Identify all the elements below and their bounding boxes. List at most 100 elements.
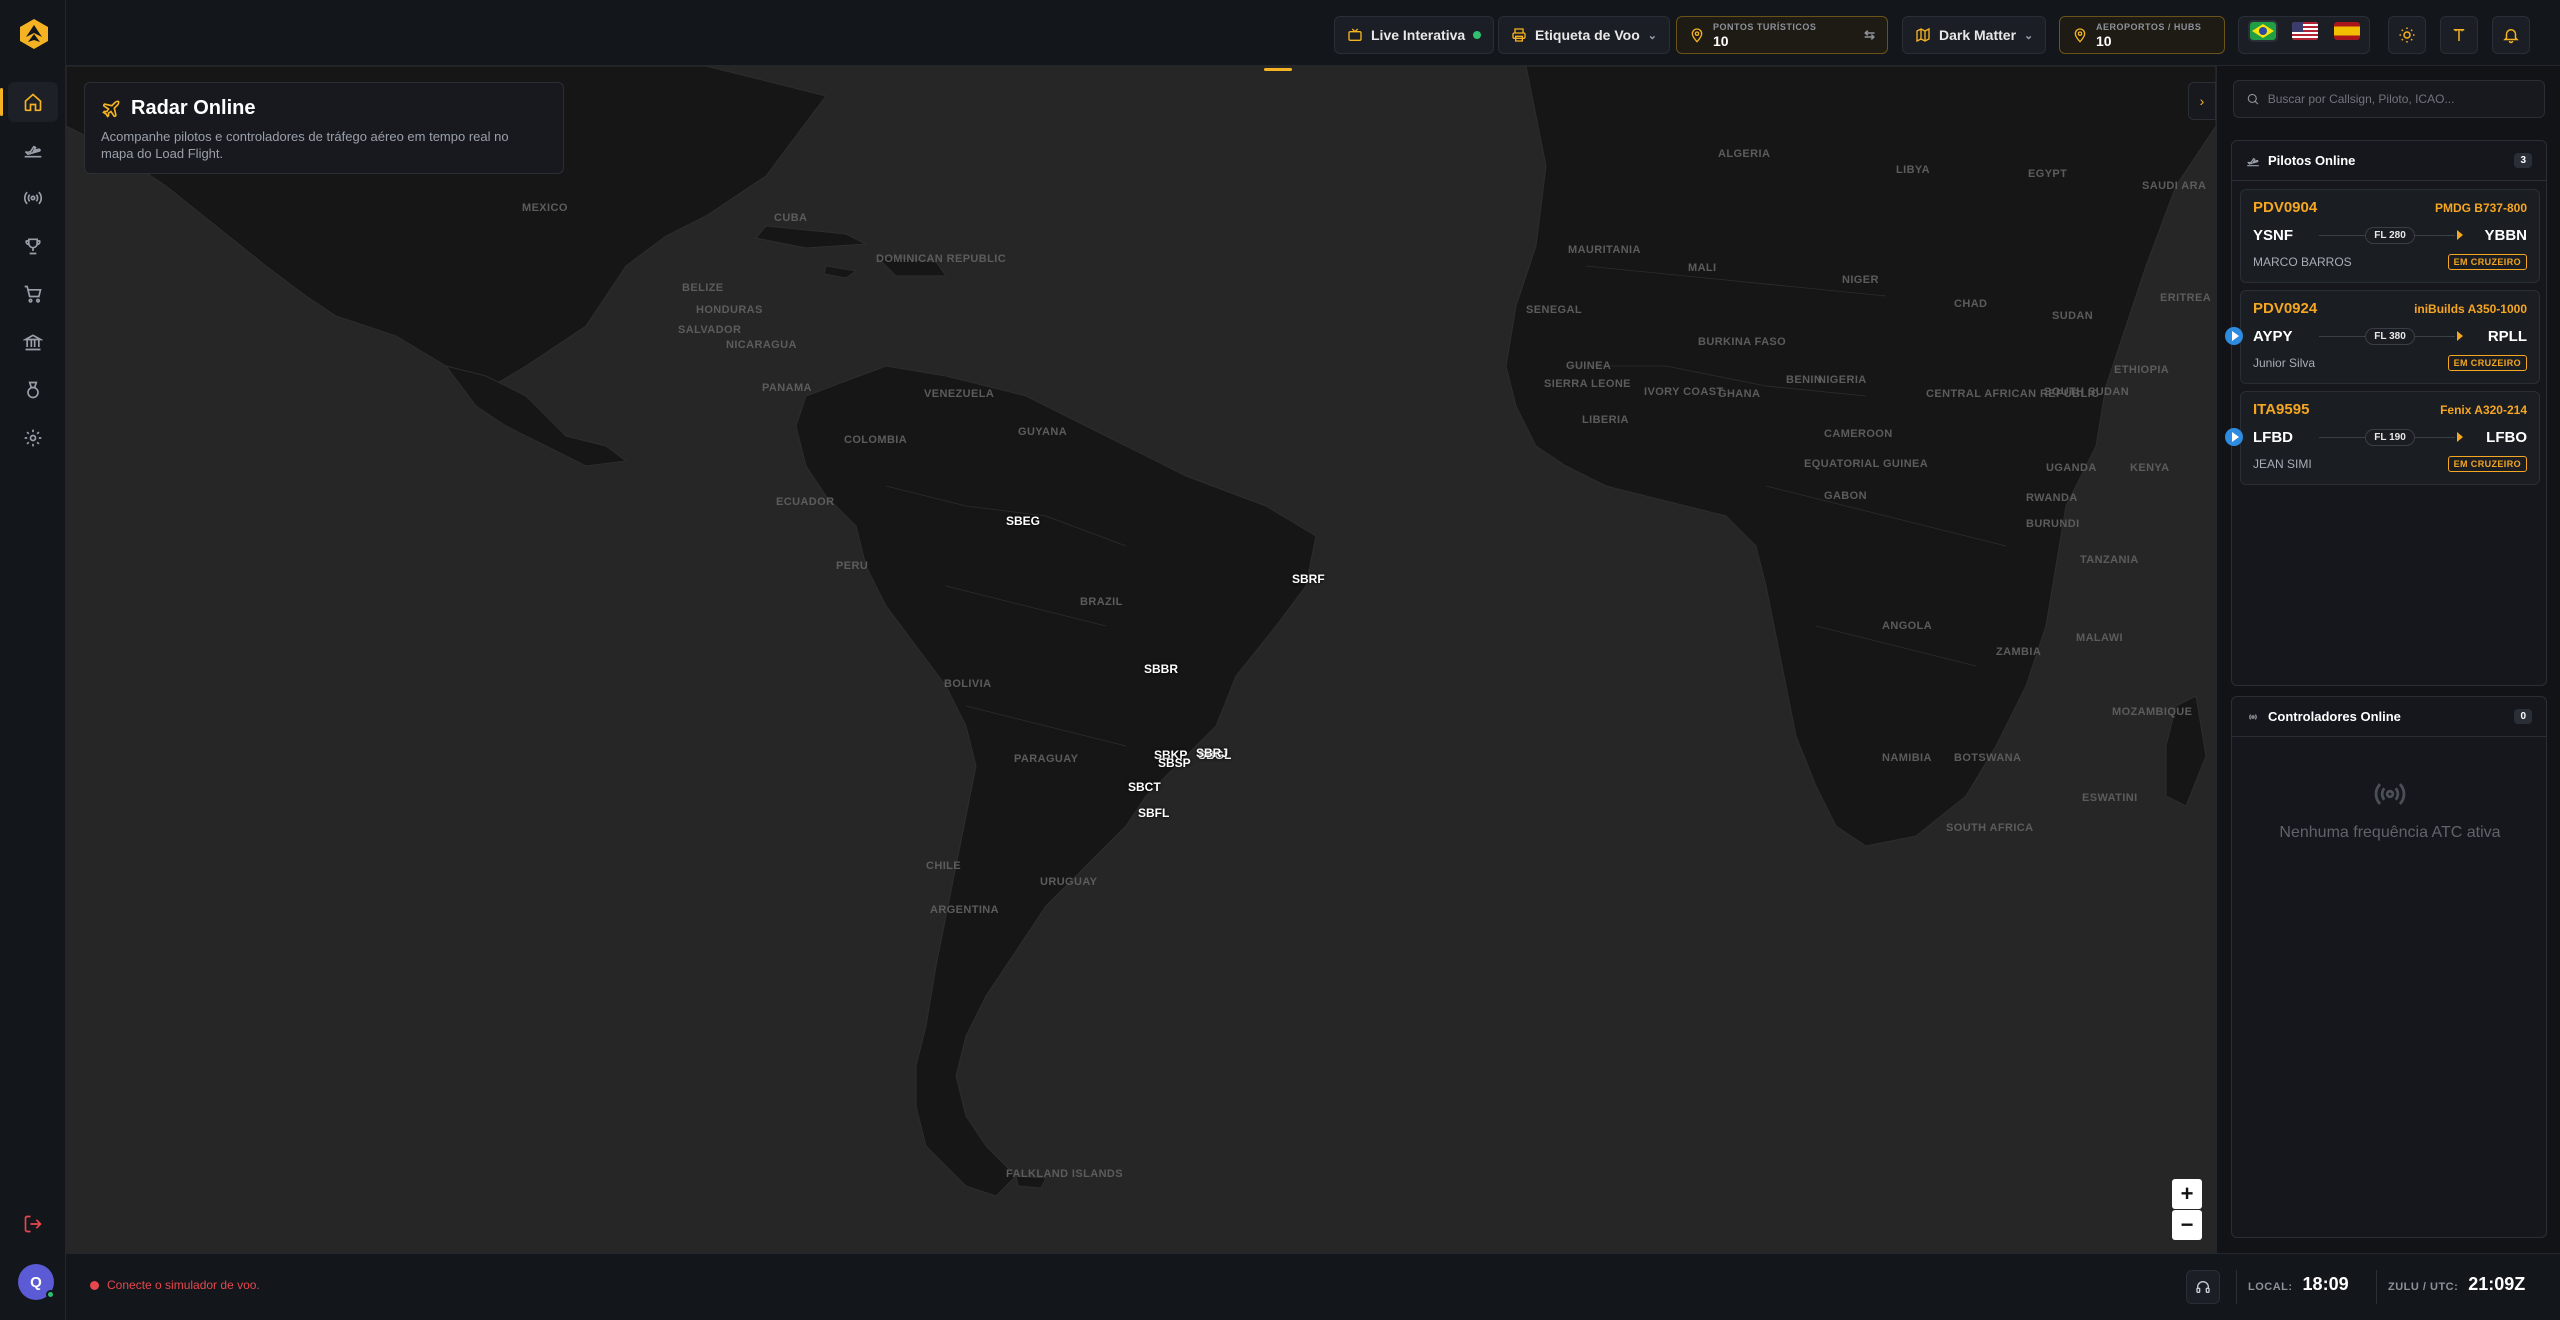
atc-empty-text: Nenhuma frequência ATC ativa xyxy=(2279,824,2501,841)
play-icon[interactable] xyxy=(2225,327,2243,345)
atc-empty-state: Nenhuma frequência ATC ativa xyxy=(2232,777,2548,842)
nav-settings[interactable] xyxy=(8,418,58,458)
airports-hubs-toggle[interactable]: AEROPORTOS / HUBS 10 xyxy=(2059,16,2225,54)
flag-spain-icon[interactable] xyxy=(2334,22,2360,40)
tourist-points-label: PONTOS TURÍSTICOS xyxy=(1713,21,1817,32)
map-label: CHILE xyxy=(926,860,961,872)
map-label: ECUADOR xyxy=(776,496,835,508)
headset-icon xyxy=(2196,1281,2210,1293)
right-panel: Pilotos Online 3 PDV0904 PMDG B737-800 Y… xyxy=(2216,66,2560,1253)
pilots-online-title: Pilotos Online xyxy=(2268,153,2356,168)
map-label: BELIZE xyxy=(682,282,724,294)
airport-marker[interactable]: SBRJ xyxy=(1196,746,1228,760)
map-label: LIBERIA xyxy=(1582,414,1629,426)
map-label: MEXICO xyxy=(522,202,568,214)
pilot-card[interactable]: PDV0904 PMDG B737-800 YSNF FL 280 YBBN M… xyxy=(2240,189,2540,283)
status-badge: EM CRUZEIRO xyxy=(2447,355,2527,371)
map-label: PERU xyxy=(836,560,869,572)
simulator-status-text: Conecte o simulador de voo. xyxy=(107,1278,260,1292)
world-map-landmass xyxy=(66,66,2216,1197)
online-indicator xyxy=(46,1290,55,1299)
radio-icon xyxy=(23,191,43,205)
route-line: FL 380 xyxy=(2315,327,2465,345)
tourist-points-toggle[interactable]: PONTOS TURÍSTICOS 10 ⇆ xyxy=(1676,16,1888,54)
flag-usa-icon[interactable] xyxy=(2292,22,2318,40)
map-label: ANGOLA xyxy=(1882,620,1933,632)
nav-radar[interactable] xyxy=(8,178,58,218)
map-label: CENTRAL AFRICAN REPUBLIC xyxy=(1926,388,2100,400)
nav-flights[interactable] xyxy=(8,130,58,170)
plane-icon xyxy=(2247,157,2259,166)
map-label: GABON xyxy=(1824,490,1867,502)
nav-shop[interactable] xyxy=(8,274,58,314)
airport-marker[interactable]: SBEG xyxy=(1006,514,1040,528)
zoom-out-button[interactable]: − xyxy=(2172,1210,2202,1240)
nav-badges[interactable] xyxy=(8,370,58,410)
pilot-name: Junior Silva xyxy=(2253,356,2316,370)
map-label: SIERRA LEONE xyxy=(1544,378,1631,390)
airport-marker[interactable]: SBCT xyxy=(1128,780,1161,794)
route-line: FL 280 xyxy=(2315,226,2465,244)
pilot-callsign: ITA9595 xyxy=(2253,401,2310,418)
nav-home[interactable] xyxy=(0,82,58,122)
divider xyxy=(2376,1270,2377,1304)
route-arrow-icon xyxy=(2457,331,2463,341)
nav-ranking[interactable] xyxy=(8,226,58,266)
map-label: MALAWI xyxy=(2076,632,2124,644)
pilot-card[interactable]: ITA9595 Fenix A320-214 LFBD FL 190 LFBO … xyxy=(2225,391,2540,485)
route-origin: LFBD xyxy=(2253,428,2293,446)
nav-bank[interactable] xyxy=(8,322,58,362)
map-label: ERITREA xyxy=(2160,292,2212,304)
map-theme-label: Dark Matter xyxy=(1939,27,2017,43)
chevron-down-icon: ⌄ xyxy=(1647,29,1657,42)
controllers-online-title: Controladores Online xyxy=(2268,709,2401,724)
route-arrow-icon xyxy=(2457,230,2463,240)
local-time-label: LOCAL: xyxy=(2248,1281,2293,1293)
airport-marker[interactable]: SBBR xyxy=(1144,662,1178,676)
collapse-panel-button[interactable]: › xyxy=(2188,82,2216,120)
status-badge: EM CRUZEIRO xyxy=(2447,456,2527,472)
live-button[interactable]: Live Interativa xyxy=(1334,16,1495,54)
pilot-callsign: PDV0924 xyxy=(2253,300,2318,317)
map-label: HONDURAS xyxy=(696,304,763,316)
map-label: KENYA xyxy=(2130,462,2170,474)
tourist-points: PONTOS TURÍSTICOS 10 xyxy=(1713,21,1817,48)
map-label: URUGUAY xyxy=(1040,876,1098,888)
flag-brazil-icon[interactable] xyxy=(2248,20,2278,42)
map-label: MAURITANIA xyxy=(1568,244,1641,256)
takeoff-icon xyxy=(24,145,42,158)
map-theme-dropdown[interactable]: Dark Matter ⌄ xyxy=(1902,16,2047,54)
airport-marker[interactable]: SBRF xyxy=(1292,572,1325,586)
map-label: BOTSWANA xyxy=(1954,752,2022,764)
live-status-dot xyxy=(1473,31,1482,39)
airport-marker[interactable]: SBFL xyxy=(1138,806,1169,820)
font-size-button[interactable] xyxy=(2440,16,2478,54)
play-icon[interactable] xyxy=(2225,428,2243,446)
radar-map[interactable]: MEXICO CUBA DOMINICAN REPUBLIC BELIZE HO… xyxy=(66,66,2216,1253)
theme-toggle-button[interactable] xyxy=(2388,16,2426,54)
notifications-button[interactable] xyxy=(2492,16,2530,54)
search-icon xyxy=(2247,93,2259,105)
flight-label-dropdown[interactable]: Etiqueta de Voo ⌄ xyxy=(1498,16,1670,54)
airport-marker[interactable]: SBSP xyxy=(1158,756,1191,770)
map-pin-icon xyxy=(1689,27,1705,43)
app-logo[interactable] xyxy=(18,18,50,50)
bottom-bar: Conecte o simulador de voo. LOCAL: 18:09… xyxy=(66,1253,2560,1320)
avatar[interactable]: Q xyxy=(18,1264,55,1300)
pilot-card[interactable]: PDV0924 iniBuilds A350-1000 AYPY FL 380 … xyxy=(2225,290,2540,384)
map-label: PANAMA xyxy=(762,382,812,394)
map-label: MALI xyxy=(1688,262,1717,274)
route-arrow-icon xyxy=(2457,432,2463,442)
pilot-aircraft: PMDG B737-800 xyxy=(2434,200,2527,215)
printer-icon xyxy=(1511,27,1527,43)
pilot-aircraft: iniBuilds A350-1000 xyxy=(2414,301,2527,316)
logout-button[interactable] xyxy=(8,1204,58,1244)
live-label: Live Interativa xyxy=(1371,27,1466,43)
support-button[interactable] xyxy=(2186,1270,2220,1304)
map-label: SAUDI ARA xyxy=(2142,180,2207,192)
zoom-in-button[interactable]: + xyxy=(2172,1179,2202,1209)
airports-hubs: AEROPORTOS / HUBS 10 xyxy=(2096,22,2201,48)
map-label: DOMINICAN REPUBLIC xyxy=(876,253,1007,265)
search-input[interactable] xyxy=(2267,92,2532,106)
swap-icon[interactable]: ⇆ xyxy=(1864,27,1875,43)
